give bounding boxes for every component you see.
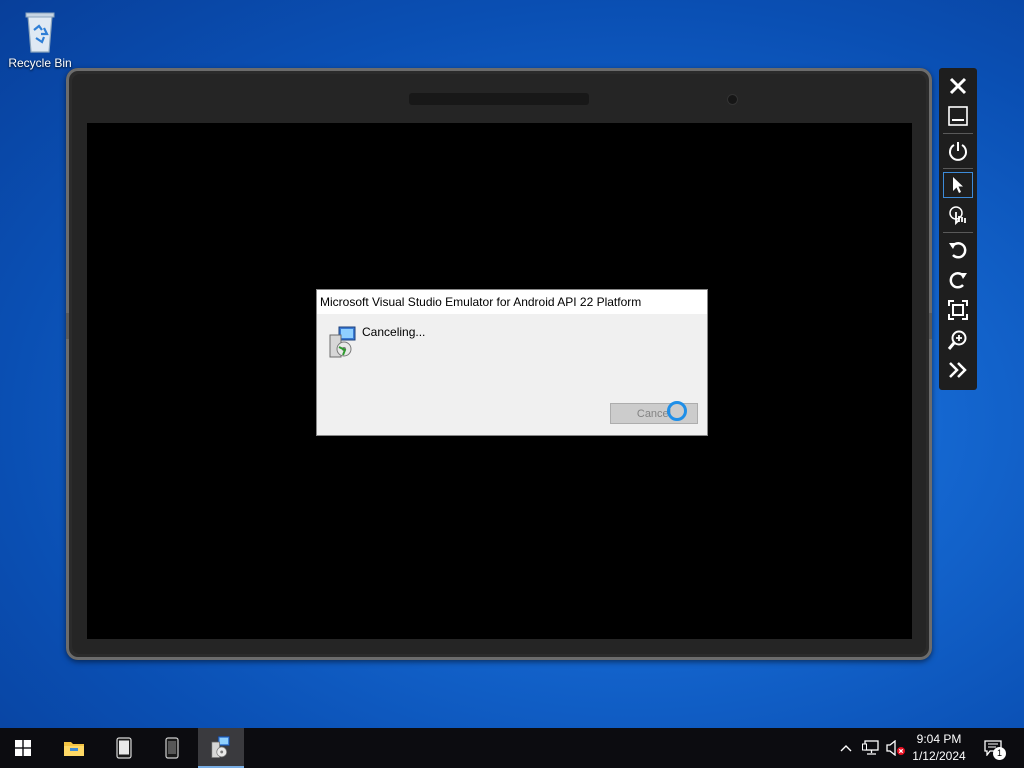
toolbar-divider	[943, 232, 973, 233]
fit-to-screen-button[interactable]	[943, 297, 973, 323]
notification-count-badge: 1	[993, 747, 1006, 760]
taskbar-emulator-phone[interactable]	[149, 728, 195, 768]
recycle-bin-shortcut[interactable]: Recycle Bin	[6, 8, 74, 70]
volume-button[interactable]	[884, 728, 908, 768]
clock-date: 1/12/2024	[912, 749, 966, 763]
power-icon	[949, 142, 967, 161]
tablet-icon	[116, 737, 132, 759]
network-icon	[862, 740, 879, 755]
rotate-left-button[interactable]	[943, 237, 973, 263]
more-tools-button[interactable]	[943, 357, 973, 383]
speaker-slot	[409, 93, 589, 105]
dialog-status-text: Canceling...	[362, 325, 426, 339]
camera-icon	[728, 95, 737, 104]
rotate-left-icon	[949, 242, 967, 259]
toolbar-divider	[943, 168, 973, 169]
close-button[interactable]	[943, 73, 973, 99]
touch-icon	[949, 206, 966, 226]
minimize-button[interactable]	[943, 103, 973, 129]
taskbar-emulator-tablet[interactable]	[101, 728, 147, 768]
touch-mode-button[interactable]	[943, 202, 973, 228]
dialog-title: Microsoft Visual Studio Emulator for And…	[317, 290, 707, 314]
installer-icon	[211, 736, 230, 758]
close-icon	[949, 77, 967, 95]
rotate-right-button[interactable]	[943, 267, 973, 293]
minimize-icon	[948, 106, 968, 126]
clock-time: 9:04 PM	[916, 732, 962, 746]
chevron-double-right-icon	[949, 362, 967, 378]
taskbar: 9:04 PM 1/12/2024	[0, 728, 1024, 768]
recycle-bin-label: Recycle Bin	[8, 56, 72, 70]
chevron-up-icon	[840, 745, 852, 752]
installer-icon	[329, 326, 356, 358]
taskbar-clock[interactable]: 9:04 PM 1/12/2024	[906, 731, 972, 765]
fit-screen-icon	[948, 300, 968, 320]
taskbar-file-explorer[interactable]	[51, 728, 97, 768]
side-button-right	[929, 313, 932, 339]
windows-start-icon	[15, 740, 31, 756]
side-button-left	[66, 313, 69, 339]
busy-cursor-icon	[667, 401, 687, 421]
network-button[interactable]	[860, 728, 882, 768]
volume-muted-icon	[886, 740, 905, 756]
power-button[interactable]	[943, 138, 973, 164]
pointer-mode-button[interactable]	[943, 172, 973, 198]
phone-icon	[165, 737, 179, 759]
toolbar-divider	[943, 133, 973, 134]
folder-icon	[64, 742, 84, 756]
start-button[interactable]	[0, 728, 46, 768]
emulator-toolbar	[939, 68, 977, 390]
installer-dialog: Microsoft Visual Studio Emulator for And…	[316, 289, 708, 436]
taskbar-installer[interactable]	[198, 728, 244, 768]
show-hidden-icons-button[interactable]	[836, 728, 856, 768]
pointer-icon	[953, 177, 963, 193]
recycle-bin-icon	[25, 12, 55, 53]
rotate-right-icon	[949, 272, 967, 289]
zoom-icon	[947, 330, 967, 350]
zoom-button[interactable]	[943, 327, 973, 353]
